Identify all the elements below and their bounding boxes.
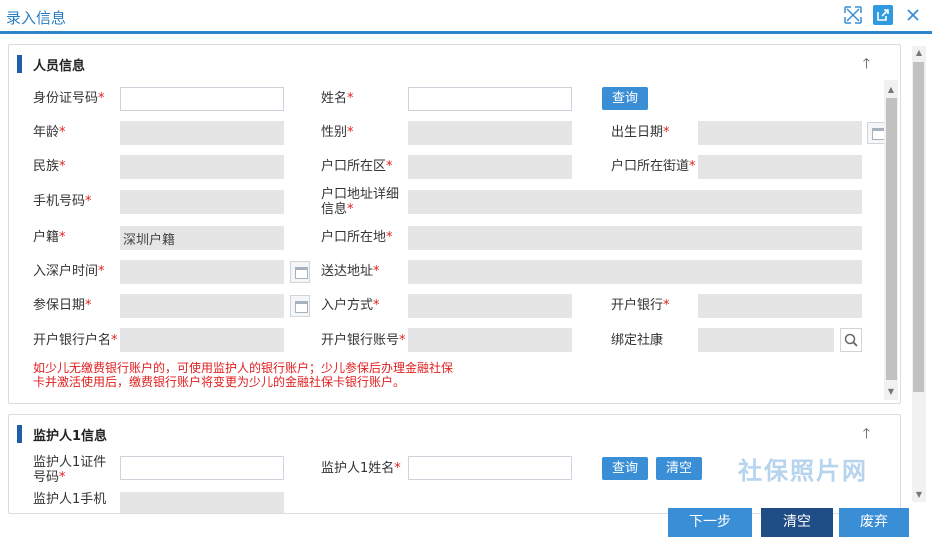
inner-scrollbar-thumb[interactable]	[886, 98, 897, 380]
close-icon[interactable]	[902, 4, 924, 26]
guardian-name-input[interactable]	[408, 456, 572, 480]
query-button[interactable]: 查询	[602, 87, 648, 110]
window-titlebar: 录入信息	[0, 0, 932, 34]
section-header: 人员信息	[17, 55, 86, 74]
bank-account-note: 如少儿无缴费银行账户的，可使用监护人的银行账户；少儿参保后办理金融社保卡并激活使…	[33, 361, 454, 389]
fullscreen-icon[interactable]	[842, 4, 864, 26]
search-icon[interactable]	[840, 328, 862, 352]
age-field	[120, 121, 284, 145]
guardian-mobile-field	[120, 492, 284, 513]
hukou-location-label: 户口所在地*	[321, 230, 393, 245]
name-input[interactable]	[408, 87, 572, 111]
hukou-location-field	[408, 226, 862, 250]
birth-date-label: 出生日期*	[611, 125, 670, 140]
id-number-label: 身份证号码*	[33, 91, 105, 106]
bank-account-name-label: 开户银行户名*	[33, 333, 118, 348]
guardian-id-label: 监护人1证件 号码*	[33, 455, 107, 485]
clear-button[interactable]: 清空	[761, 508, 833, 537]
household-type-label: 户籍*	[33, 230, 66, 245]
guardian-query-button[interactable]: 查询	[602, 457, 648, 480]
bank-field	[698, 294, 862, 318]
hukou-district-field	[408, 155, 572, 179]
age-label: 年龄*	[33, 125, 66, 140]
entry-method-label: 入户方式*	[321, 298, 380, 313]
guardian-mobile-label: 监护人1手机	[33, 492, 107, 507]
section-marker	[17, 425, 22, 443]
hukou-address-label: 户口地址详细 信息*	[321, 187, 400, 217]
section-marker	[17, 55, 22, 73]
section-title: 监护人1信息	[33, 428, 108, 444]
insured-date-field	[120, 294, 284, 318]
calendar-icon[interactable]	[290, 295, 310, 317]
bank-account-no-field	[408, 328, 572, 352]
mobile-field	[120, 190, 284, 214]
guardian-id-input[interactable]	[120, 456, 284, 480]
window-controls	[842, 4, 924, 26]
birth-date-field	[698, 121, 862, 145]
guardian-name-label: 监护人1姓名*	[321, 461, 401, 476]
gender-label: 性别*	[321, 125, 354, 140]
bank-account-name-field	[120, 328, 284, 352]
scroll-up-icon[interactable]: ▲	[885, 84, 897, 96]
ethnicity-field	[120, 155, 284, 179]
bind-shekang-field	[698, 328, 834, 352]
household-type-field	[120, 226, 284, 250]
entry-method-field	[408, 294, 572, 318]
watermark: 社保照片网	[738, 457, 868, 485]
mobile-label: 手机号码*	[33, 194, 92, 209]
bank-label: 开户银行*	[611, 298, 670, 313]
bank-account-no-label: 开户银行账号*	[321, 333, 406, 348]
delivery-address-field	[408, 260, 862, 284]
collapse-arrow-icon[interactable]: 🡑	[863, 423, 870, 447]
insured-date-label: 参保日期*	[33, 298, 92, 313]
hukou-district-label: 户口所在区*	[321, 159, 393, 174]
next-step-button[interactable]: 下一步	[668, 508, 752, 537]
hukou-street-label: 户口所在街道*	[611, 159, 696, 174]
calendar-icon[interactable]	[290, 261, 310, 283]
section-header: 监护人1信息	[17, 425, 108, 444]
outer-scrollbar-thumb[interactable]	[913, 62, 924, 392]
discard-button[interactable]: 废弃	[839, 508, 909, 537]
hukou-street-field	[698, 155, 862, 179]
hukou-address-field	[408, 190, 862, 214]
delivery-address-label: 送达地址*	[321, 264, 380, 279]
sz-hukou-time-field	[120, 260, 284, 284]
scroll-up-icon[interactable]: ▲	[913, 47, 925, 59]
scroll-down-icon[interactable]: ▼	[913, 489, 925, 501]
guardian-clear-button[interactable]: 清空	[656, 457, 702, 480]
external-link-icon[interactable]	[872, 4, 894, 26]
bind-shekang-label: 绑定社康	[611, 333, 664, 348]
collapse-arrow-icon[interactable]: 🡑	[863, 53, 870, 77]
id-number-input[interactable]	[120, 87, 284, 111]
scroll-down-icon[interactable]: ▼	[885, 386, 897, 398]
sz-hukou-time-label: 入深户时间*	[33, 264, 105, 279]
window-title: 录入信息	[6, 9, 67, 27]
person-info-section: 人员信息 🡑 身份证号码* 姓名* 查询 年龄* 性别* 出生日期* 民族* 户…	[8, 44, 901, 404]
section-title: 人员信息	[33, 58, 86, 74]
name-label: 姓名*	[321, 91, 354, 106]
ethnicity-label: 民族*	[33, 159, 66, 174]
gender-field	[408, 121, 572, 145]
